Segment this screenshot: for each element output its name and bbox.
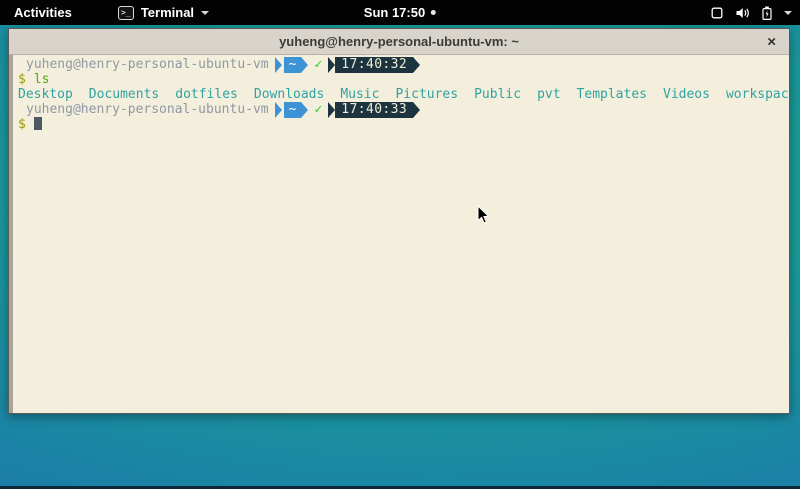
directory-name: workspace: [726, 87, 789, 102]
chevron-down-icon: [784, 11, 792, 15]
status-check-icon: ✓: [314, 102, 322, 117]
prompt-symbol: $: [18, 117, 26, 132]
powerline-arrow-icon: [413, 57, 420, 73]
command-line: $ ls: [18, 72, 789, 87]
directory-name: Videos: [663, 87, 710, 102]
volume-icon: [735, 6, 750, 20]
terminal-cursor: [34, 117, 42, 130]
battery-charging-icon: [761, 6, 773, 20]
terminal-window: yuheng@henry-personal-ubuntu-vm: ~ × yuh…: [8, 28, 790, 414]
command-text: ls: [34, 72, 50, 87]
directory-name: Templates: [577, 87, 647, 102]
display-icon: [710, 6, 724, 20]
window-titlebar[interactable]: yuheng@henry-personal-ubuntu-vm: ~ ×: [9, 29, 789, 55]
prompt-user-host: yuheng@henry-personal-ubuntu-vm: [26, 102, 269, 117]
system-status-menu[interactable]: [710, 0, 792, 25]
terminal-content[interactable]: yuheng@henry-personal-ubuntu-vm ~ ✓ 17:4…: [9, 55, 789, 413]
prompt-cwd-segment: ~: [284, 57, 302, 73]
prompt-line: yuheng@henry-personal-ubuntu-vm ~ ✓ 17:4…: [18, 57, 789, 72]
chevron-down-icon: [201, 11, 209, 15]
powerline-arrow-icon: [275, 102, 282, 118]
ls-output-row: Desktop Documents dotfiles Downloads Music Pi…: [18, 87, 789, 102]
powerline-arrow-icon: [328, 57, 335, 73]
directory-name: Documents: [89, 87, 159, 102]
activities-button[interactable]: Activities: [10, 5, 76, 20]
prompt-time-segment: 17:40:32: [335, 57, 413, 73]
app-menu[interactable]: >_ Terminal: [118, 5, 209, 20]
prompt-line: yuheng@henry-personal-ubuntu-vm ~ ✓ 17:4…: [18, 102, 789, 117]
powerline-arrow-icon: [301, 102, 308, 118]
prompt-time-segment: 17:40:33: [335, 102, 413, 118]
powerline-arrow-icon: [301, 57, 308, 73]
prompt-cwd-segment: ~: [284, 102, 302, 118]
powerline-arrow-icon: [328, 102, 335, 118]
directory-name: Pictures: [395, 87, 458, 102]
directory-name: pvt: [537, 87, 560, 102]
app-menu-label: Terminal: [141, 5, 194, 20]
powerline-arrow-icon: [413, 102, 420, 118]
directory-name: Downloads: [254, 87, 324, 102]
input-line: $: [18, 117, 789, 132]
top-bar: Activities >_ Terminal Sun 17:50: [0, 0, 800, 25]
directory-name: Public: [474, 87, 521, 102]
clock-menu[interactable]: Sun 17:50: [364, 5, 436, 20]
status-check-icon: ✓: [314, 57, 322, 72]
directory-name: dotfiles: [175, 87, 238, 102]
window-title: yuheng@henry-personal-ubuntu-vm: ~: [279, 34, 519, 49]
close-icon[interactable]: ×: [767, 34, 776, 49]
prompt-symbol: $: [18, 72, 26, 87]
directory-name: Desktop: [18, 87, 73, 102]
directory-name: Music: [340, 87, 379, 102]
notification-dot-icon: [431, 10, 436, 15]
terminal-app-icon: >_: [118, 6, 134, 20]
mouse-cursor-icon: [477, 205, 491, 225]
clock-label: Sun 17:50: [364, 5, 425, 20]
powerline-arrow-icon: [275, 57, 282, 73]
prompt-user-host: yuheng@henry-personal-ubuntu-vm: [26, 57, 269, 72]
